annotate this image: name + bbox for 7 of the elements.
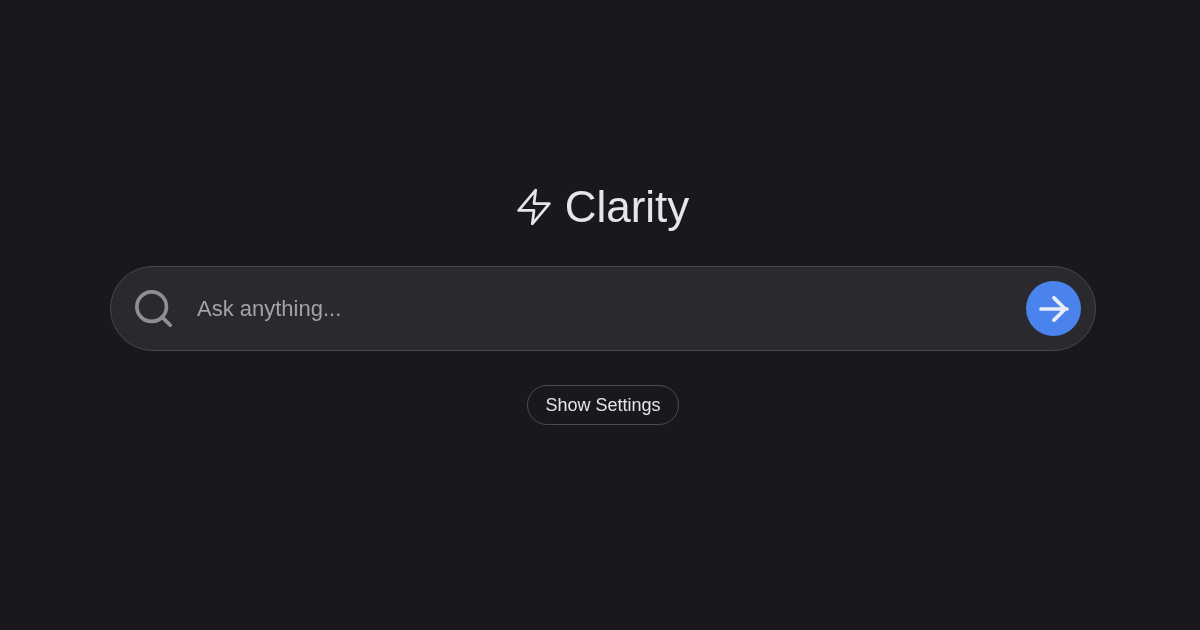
- search-icon: [135, 290, 172, 327]
- submit-button[interactable]: [1026, 281, 1081, 336]
- app-title: Clarity: [564, 181, 690, 233]
- search-bar[interactable]: Ask anything...: [110, 266, 1096, 351]
- lightning-bolt-icon: [516, 188, 551, 226]
- search-input[interactable]: Ask anything...: [197, 288, 1010, 329]
- arrow-right-icon: [1038, 295, 1069, 322]
